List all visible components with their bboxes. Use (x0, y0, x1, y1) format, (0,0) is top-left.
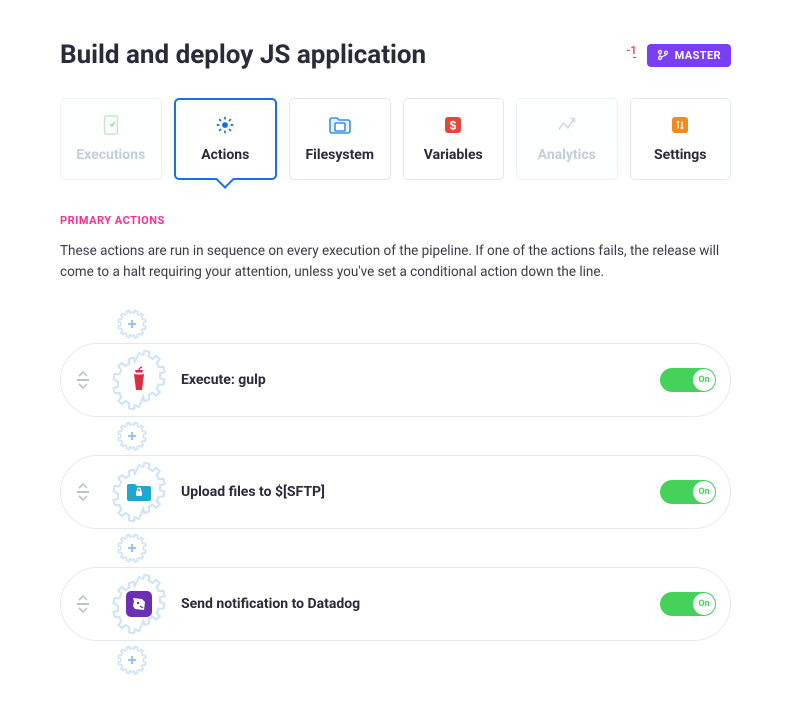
action-row[interactable]: Execute: gulp On (60, 343, 731, 417)
gulp-icon (125, 366, 153, 394)
branch-badge[interactable]: MASTER (647, 44, 731, 67)
tab-label: Settings (631, 147, 731, 163)
add-action-button[interactable] (116, 644, 148, 676)
executions-icon (61, 113, 161, 137)
folder-lock-icon (125, 478, 153, 506)
action-toggle[interactable]: On (660, 480, 716, 504)
action-title: Upload files to $[SFTP] (181, 484, 646, 500)
change-count: -1- (626, 48, 636, 61)
svg-text:$: $ (450, 119, 457, 133)
toggle-label: On (693, 593, 715, 615)
add-action-button[interactable] (116, 532, 148, 564)
drag-handle[interactable] (69, 366, 97, 394)
tabs: Executions Actions Filesystem (60, 98, 731, 180)
tab-executions[interactable]: Executions (60, 98, 162, 180)
toggle-label: On (693, 369, 715, 391)
tab-actions[interactable]: Actions (174, 98, 278, 180)
tab-label: Actions (176, 147, 276, 163)
branch-label: MASTER (675, 49, 721, 62)
add-action-button[interactable] (116, 308, 148, 340)
analytics-icon (517, 113, 617, 137)
tab-label: Executions (61, 147, 161, 163)
filesystem-icon (290, 113, 390, 137)
drag-handle[interactable] (69, 478, 97, 506)
tab-variables[interactable]: $ Variables (403, 98, 505, 180)
tab-label: Filesystem (290, 147, 390, 163)
action-title: Execute: gulp (181, 372, 646, 388)
branch-icon (657, 49, 669, 61)
page-title: Build and deploy JS application (60, 40, 426, 70)
action-toggle[interactable]: On (660, 368, 716, 392)
action-toggle[interactable]: On (660, 592, 716, 616)
section-description: These actions are run in sequence on eve… (60, 241, 731, 283)
datadog-icon (126, 591, 152, 617)
pipeline: Execute: gulp On (60, 305, 731, 679)
actions-icon (176, 113, 276, 137)
action-title: Send notification to Datadog (181, 596, 646, 612)
tab-settings[interactable]: Settings (630, 98, 732, 180)
toggle-label: On (693, 481, 715, 503)
drag-handle[interactable] (69, 590, 97, 618)
tab-label: Variables (404, 147, 504, 163)
tab-filesystem[interactable]: Filesystem (289, 98, 391, 180)
add-action-button[interactable] (116, 420, 148, 452)
settings-icon (631, 113, 731, 137)
action-row[interactable]: Send notification to Datadog On (60, 567, 731, 641)
section-label: PRIMARY ACTIONS (60, 214, 731, 227)
variables-icon: $ (404, 113, 504, 137)
action-row[interactable]: Upload files to $[SFTP] On (60, 455, 731, 529)
tab-analytics[interactable]: Analytics (516, 98, 618, 180)
tab-label: Analytics (517, 147, 617, 163)
